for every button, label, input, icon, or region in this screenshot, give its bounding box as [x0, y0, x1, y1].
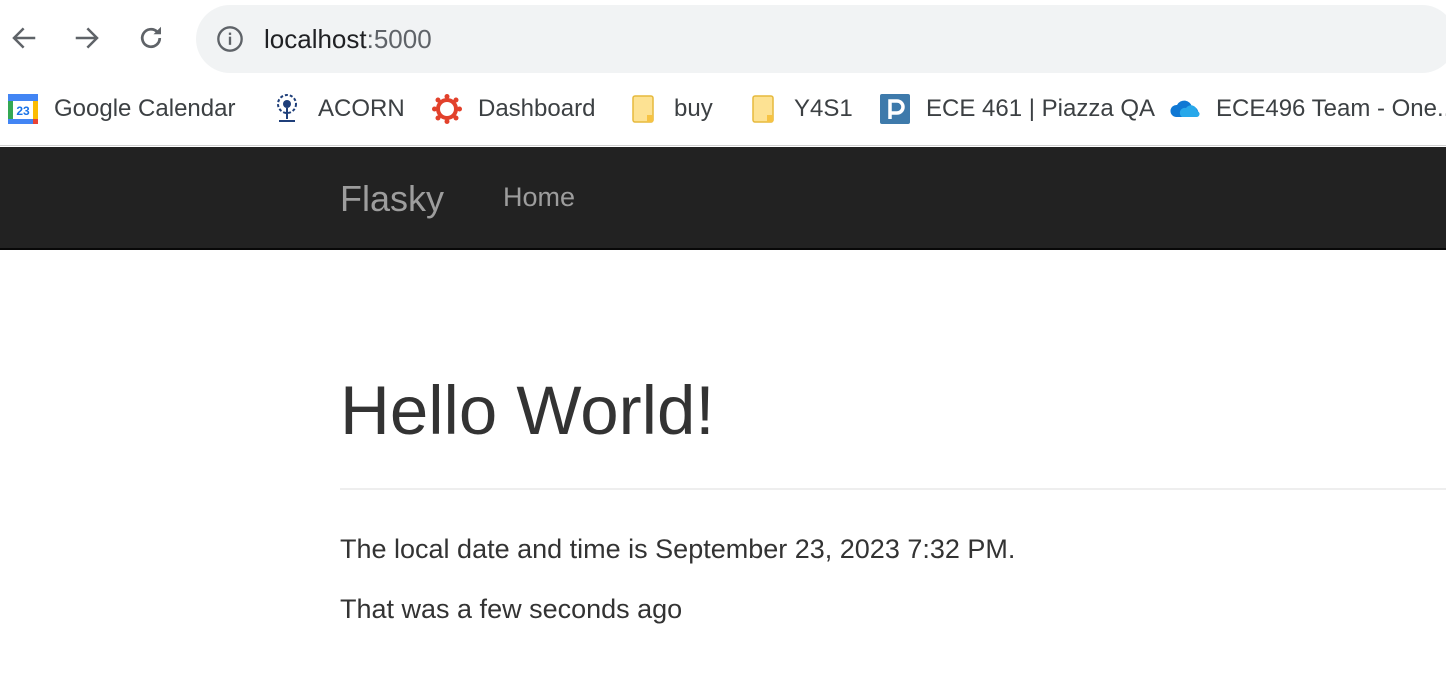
address-bar[interactable]: localhost:5000 [196, 5, 1446, 73]
acorn-tree-icon [270, 92, 304, 126]
forward-button[interactable] [67, 18, 107, 58]
url-port: :5000 [366, 24, 432, 54]
reload-icon [140, 26, 162, 49]
bookmark-label: Dashboard [478, 95, 596, 122]
arrow-left-icon [12, 27, 36, 49]
onedrive-cloud-icon [1168, 92, 1202, 126]
info-icon[interactable] [216, 25, 244, 53]
page-title: Hello World! [340, 372, 715, 449]
bookmark-buy[interactable]: buy [626, 92, 713, 126]
google-calendar-icon: 23 [6, 92, 40, 126]
bookmarks-bar: 23 Google Calendar ACORN Dashboard buy Y… [0, 78, 1446, 146]
page-header: Hello World! [340, 370, 1446, 490]
nav-link-home[interactable]: Home [503, 182, 575, 213]
piazza-icon [878, 92, 912, 126]
bookmark-label: Google Calendar [54, 95, 236, 122]
site-navbar: Flasky Home [0, 147, 1446, 250]
url-text[interactable]: localhost:5000 [264, 23, 432, 55]
bookmark-dashboard[interactable]: Dashboard [430, 92, 595, 126]
bookmark-label: ECE496 Team - One... [1216, 95, 1446, 122]
url-host: localhost [264, 24, 367, 54]
relative-time-text: That was a few seconds ago [340, 594, 683, 624]
back-button[interactable] [4, 18, 44, 58]
bookmark-label: Y4S1 [794, 95, 853, 122]
arrow-right-icon [75, 27, 99, 49]
folder-icon [626, 92, 660, 126]
bookmark-ece496-team[interactable]: ECE496 Team - One... [1168, 92, 1446, 126]
svg-text:23: 23 [16, 104, 30, 118]
browser-toolbar: localhost:5000 [0, 0, 1446, 78]
reload-button[interactable] [131, 18, 171, 58]
bookmark-label: ECE 461 | Piazza QA [926, 95, 1156, 122]
canvas-dashboard-icon [430, 92, 464, 126]
bookmark-label: ACORN [318, 95, 405, 122]
bookmark-piazza[interactable]: ECE 461 | Piazza QA [878, 92, 1155, 126]
bookmark-google-calendar[interactable]: 23 Google Calendar [6, 92, 235, 126]
bookmark-y4s1[interactable]: Y4S1 [746, 92, 853, 126]
folder-icon [746, 92, 780, 126]
navbar-brand[interactable]: Flasky [340, 178, 444, 220]
bookmark-label: buy [674, 95, 713, 122]
bookmark-acorn[interactable]: ACORN [270, 92, 405, 126]
datetime-text: The local date and time is September 23,… [340, 534, 1016, 564]
